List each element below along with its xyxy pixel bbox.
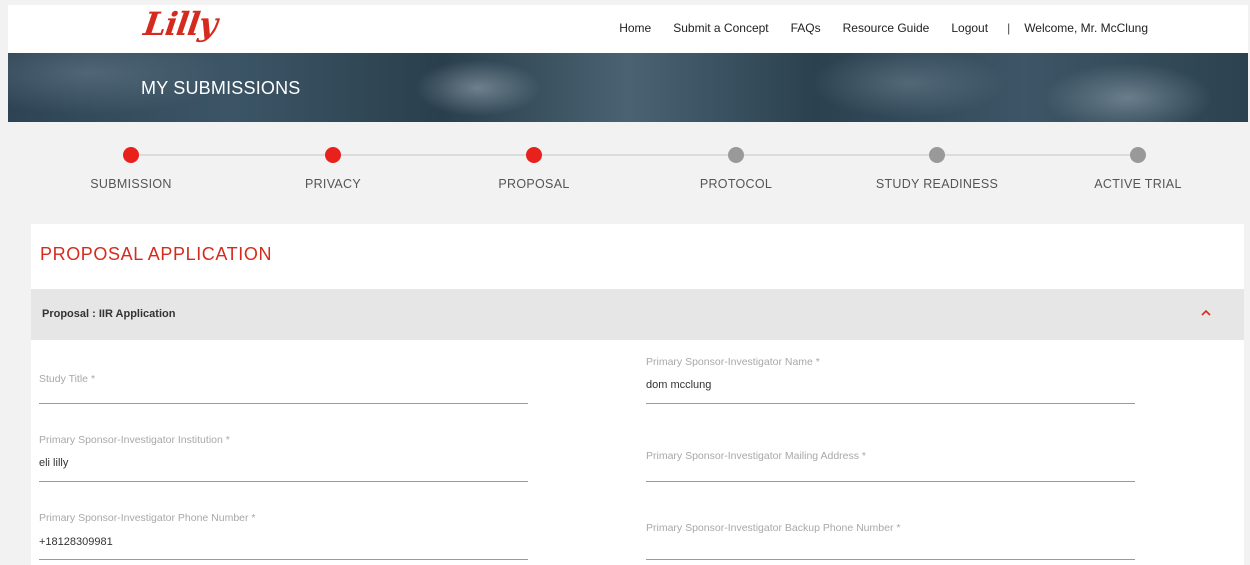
nav-logout[interactable]: Logout <box>940 21 999 35</box>
step-label: ACTIVE TRIAL <box>1094 177 1182 191</box>
top-bar: Lilly Home Submit a Concept FAQs Resourc… <box>8 5 1248 53</box>
study-title-field[interactable]: Study Title * <box>39 342 528 404</box>
pi-institution-field[interactable]: Primary Sponsor-Investigator Institution… <box>39 420 528 482</box>
nav-home[interactable]: Home <box>608 21 662 35</box>
step-dot-pending <box>728 147 744 163</box>
step-dot-pending <box>1130 147 1146 163</box>
step-label: PROTOCOL <box>699 177 773 191</box>
field-underline <box>646 481 1135 482</box>
pi-phone-value[interactable]: +18128309981 <box>39 536 113 548</box>
hero-banner: MY SUBMISSIONS <box>8 53 1248 122</box>
step-dot-complete <box>123 147 139 163</box>
pi-phone-label: Primary Sponsor-Investigator Phone Numbe… <box>39 512 256 524</box>
lilly-logo[interactable]: Lilly <box>141 5 219 43</box>
step-proposal: PROPOSAL <box>434 147 634 191</box>
proposal-card: PROPOSAL APPLICATION Proposal : IIR Appl… <box>31 224 1244 565</box>
step-label: PROPOSAL <box>498 177 570 191</box>
pi-address-label: Primary Sponsor-Investigator Mailing Add… <box>646 450 867 462</box>
field-underline <box>646 559 1135 560</box>
pi-institution-label: Primary Sponsor-Investigator Institution… <box>39 434 230 446</box>
welcome-message: Welcome, Mr. McClung <box>1024 21 1148 35</box>
pi-institution-value[interactable]: eli lilly <box>39 457 68 469</box>
section-header-iir-application[interactable]: Proposal : IIR Application <box>31 289 1244 340</box>
pi-backup-phone-field[interactable]: Primary Sponsor-Investigator Backup Phon… <box>646 498 1135 560</box>
progress-stepper: SUBMISSION PRIVACY PROPOSAL PROTOCOL STU… <box>0 122 1250 222</box>
field-underline <box>39 559 528 560</box>
field-underline <box>646 403 1135 404</box>
nav-separator: | <box>1007 21 1011 35</box>
field-underline <box>39 481 528 482</box>
pi-phone-field[interactable]: Primary Sponsor-Investigator Phone Numbe… <box>39 498 528 560</box>
step-dot-pending <box>929 147 945 163</box>
pi-name-field[interactable]: Primary Sponsor-Investigator Name * dom … <box>646 342 1135 404</box>
step-label: PRIVACY <box>304 177 362 191</box>
section-title: Proposal : IIR Application <box>42 308 176 320</box>
main-nav: Home Submit a Concept FAQs Resource Guid… <box>608 21 1148 35</box>
nav-faqs[interactable]: FAQs <box>780 21 832 35</box>
pi-name-label: Primary Sponsor-Investigator Name * <box>646 356 820 368</box>
step-label: STUDY READINESS <box>875 177 999 191</box>
step-label: SUBMISSION <box>90 177 172 191</box>
step-protocol: PROTOCOL <box>636 147 836 191</box>
step-dot-current <box>526 147 542 163</box>
pi-name-value[interactable]: dom mcclung <box>646 379 711 391</box>
pi-backup-phone-label: Primary Sponsor-Investigator Backup Phon… <box>646 522 901 534</box>
field-underline <box>39 403 528 404</box>
card-title: PROPOSAL APPLICATION <box>40 244 273 264</box>
step-submission: SUBMISSION <box>31 147 231 191</box>
step-active-trial: ACTIVE TRIAL <box>1038 147 1238 191</box>
study-title-label: Study Title * <box>39 373 96 385</box>
chevron-up-icon[interactable] <box>1200 307 1212 319</box>
step-privacy: PRIVACY <box>233 147 433 191</box>
page: Lilly Home Submit a Concept FAQs Resourc… <box>0 0 1250 565</box>
nav-submit-concept[interactable]: Submit a Concept <box>662 21 779 35</box>
page-title: MY SUBMISSIONS <box>141 78 301 98</box>
step-study-readiness: STUDY READINESS <box>837 147 1037 191</box>
pi-address-field[interactable]: Primary Sponsor-Investigator Mailing Add… <box>646 420 1135 482</box>
nav-resource-guide[interactable]: Resource Guide <box>832 21 941 35</box>
step-dot-complete <box>325 147 341 163</box>
